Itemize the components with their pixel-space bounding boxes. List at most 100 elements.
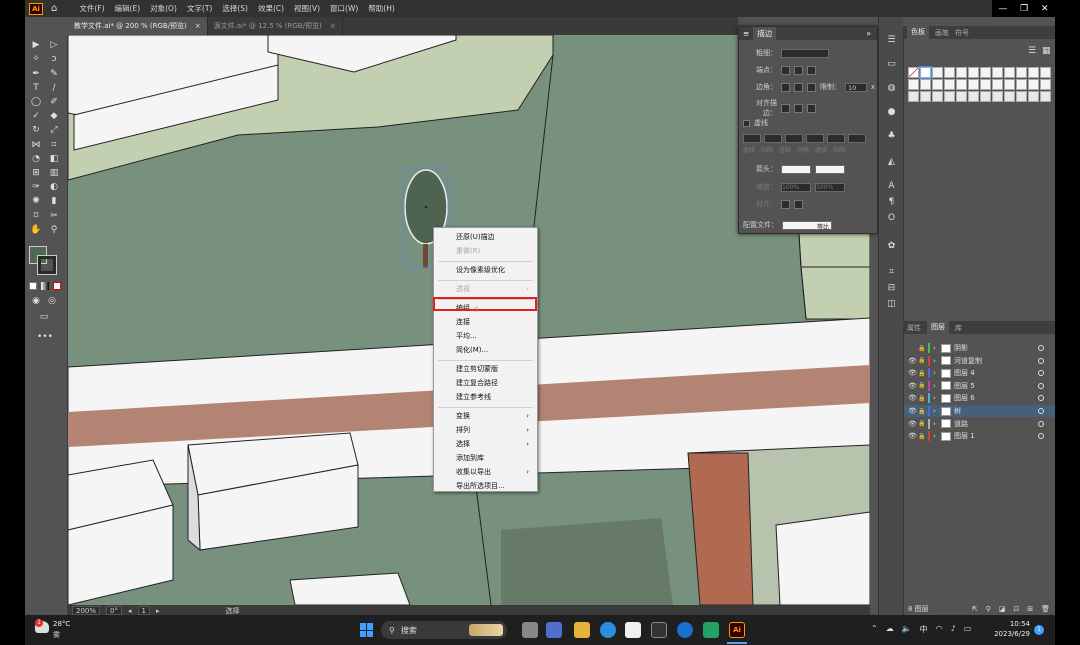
volume-icon[interactable]: ♪ — [951, 624, 956, 635]
battery-icon[interactable]: ▭ — [964, 624, 972, 635]
tab-layers[interactable]: 图层 — [927, 321, 949, 334]
hand-tool-icon[interactable]: ✋ — [29, 224, 43, 236]
tab-teaching-file[interactable]: 教学文件.ai* @ 200 % (RGB/预览) × — [68, 17, 208, 35]
swatch[interactable] — [1016, 91, 1027, 102]
expand-chevron-icon[interactable]: › — [933, 344, 941, 352]
pen-tool-icon[interactable]: ✒ — [29, 68, 43, 80]
swatch[interactable] — [956, 79, 967, 90]
align-outside-icon[interactable] — [807, 103, 816, 113]
context-menu-item[interactable]: 平均... — [434, 330, 537, 342]
swatch[interactable] — [932, 67, 943, 78]
weight-field[interactable] — [781, 48, 829, 58]
comments-icon[interactable]: ▭ — [885, 59, 898, 70]
grid-view-icon[interactable]: ▦ — [1042, 46, 1051, 56]
butt-cap-icon[interactable] — [781, 65, 790, 75]
swatch[interactable] — [980, 91, 991, 102]
curvature-tool-icon[interactable]: ✎ — [47, 68, 61, 80]
swatch[interactable] — [944, 91, 955, 102]
task-view-icon[interactable] — [522, 622, 538, 638]
swatch[interactable] — [1016, 79, 1027, 90]
visibility-eye-icon[interactable]: 👁 — [908, 357, 918, 365]
visibility-eye-icon[interactable]: 👁 — [908, 394, 918, 402]
stroke-panel-title[interactable]: 描边 — [753, 27, 777, 40]
restore-icon[interactable]: ❐ — [1020, 4, 1028, 14]
green-app-icon[interactable] — [703, 622, 719, 638]
miter-join-icon[interactable] — [781, 82, 790, 92]
arrow-align-end-icon[interactable] — [794, 199, 803, 209]
layer-row[interactable]: 👁 🔒 › 图层 1 — [904, 430, 1056, 442]
swatch[interactable] — [992, 91, 1003, 102]
tab-source-file[interactable]: 源文件.ai* @ 12.5 % (RGB/预览) × — [208, 17, 343, 35]
prev-artboard-icon[interactable]: ◂ — [128, 607, 132, 615]
swatch[interactable] — [1028, 67, 1039, 78]
target-circle-icon[interactable] — [1038, 408, 1044, 414]
context-menu-item[interactable]: 导出所选项目... — [434, 480, 537, 492]
lock-icon[interactable]: 🔒 — [918, 408, 928, 415]
locate-icon[interactable]: ⚲ — [986, 605, 991, 613]
swatch[interactable] — [1040, 91, 1051, 102]
swatch[interactable] — [1040, 67, 1051, 78]
windows-start-icon[interactable] — [360, 623, 374, 637]
round-join-icon[interactable] — [794, 82, 803, 92]
swatch[interactable] — [956, 67, 967, 78]
swatch[interactable] — [908, 67, 919, 78]
menu-item[interactable]: 文字(T) — [187, 3, 212, 14]
swatch[interactable] — [1028, 79, 1039, 90]
context-menu-item[interactable]: 变换 › — [434, 410, 537, 422]
context-menu-item[interactable]: 建立剪切蒙版 — [434, 363, 537, 375]
chevron-up-icon[interactable]: ⌃ — [871, 624, 878, 635]
menu-item[interactable]: 窗口(W) — [330, 3, 358, 14]
clock-date[interactable]: 2023/6/29 — [986, 630, 1030, 638]
direct-selection-tool-icon[interactable]: ▷ — [47, 39, 61, 51]
expand-chevron-icon[interactable]: › — [933, 357, 941, 365]
swatch[interactable] — [992, 79, 1003, 90]
bevel-join-icon[interactable] — [807, 82, 816, 92]
free-transform-icon[interactable]: ⌗ — [47, 139, 61, 151]
tab-symbols[interactable]: 符号 — [955, 28, 969, 38]
visibility-eye-icon[interactable]: 👁 — [908, 432, 918, 440]
target-circle-icon[interactable] — [1038, 370, 1044, 377]
context-menu-item[interactable]: 建立复合路径 — [434, 377, 537, 389]
slice-tool-icon[interactable]: ✂ — [47, 210, 61, 222]
context-menu-item[interactable]: 还原(U)描边 — [434, 231, 537, 243]
layer-row[interactable]: 👁 🔒 › 道路 — [904, 418, 1056, 430]
zoom-tool-icon[interactable]: ⚲ — [47, 224, 61, 236]
context-menu-item[interactable]: 收集以导出 › — [434, 466, 537, 478]
expand-chevron-icon[interactable]: › — [933, 407, 941, 415]
tab-close-icon[interactable]: × — [195, 22, 201, 30]
artboard-field[interactable]: 1 — [137, 606, 150, 615]
lock-icon[interactable]: 🔒 — [918, 345, 928, 352]
swatch[interactable] — [1004, 67, 1015, 78]
tab-close-icon[interactable]: × — [330, 22, 336, 30]
visibility-eye-icon[interactable]: 👁 — [908, 420, 918, 428]
visibility-eye-icon[interactable]: 👁 — [908, 407, 918, 415]
swatch[interactable] — [1004, 79, 1015, 90]
expand-chevron-icon[interactable]: › — [933, 432, 941, 440]
shape-builder-icon[interactable]: ◔ — [29, 153, 43, 165]
layer-row[interactable]: 👁 🔒 › 图层 4 — [904, 367, 1056, 379]
end-arrowhead-select[interactable] — [815, 164, 845, 174]
speaker-icon[interactable]: 🔈 — [902, 624, 912, 635]
swatch[interactable] — [992, 67, 1003, 78]
expand-chevron-icon[interactable]: › — [933, 369, 941, 377]
artboard-tool-icon[interactable]: ⌑ — [29, 210, 43, 222]
gap-field-2[interactable] — [806, 134, 824, 143]
dash-field-3[interactable] — [827, 134, 845, 143]
gradient-tool-icon[interactable]: ▥ — [47, 167, 61, 179]
draw-mode-icon[interactable]: ◉ — [29, 295, 43, 307]
type-tool-icon[interactable]: T — [29, 82, 43, 94]
swatch[interactable] — [944, 67, 955, 78]
target-circle-icon[interactable] — [1038, 395, 1044, 402]
swatch[interactable] — [980, 79, 991, 90]
graph-tool-icon[interactable]: ▮ — [47, 195, 61, 207]
layer-row[interactable]: 🔒 › 阴影 — [904, 342, 1056, 354]
gap-field-3[interactable] — [848, 134, 866, 143]
home-icon[interactable]: ⌂ — [51, 3, 57, 14]
menu-item[interactable]: 帮助(H) — [368, 3, 395, 14]
context-menu-item[interactable]: 设为像素级优化 — [434, 264, 537, 276]
layer-row[interactable]: 👁 🔒 › 树 — [904, 405, 1056, 417]
layer-row[interactable]: 👁 🔒 › 河道复制 — [904, 355, 1056, 367]
export-icon[interactable]: ⇱ — [972, 605, 978, 613]
blend-tool-icon[interactable]: ◐ — [47, 181, 61, 193]
swatch[interactable] — [1028, 91, 1039, 102]
